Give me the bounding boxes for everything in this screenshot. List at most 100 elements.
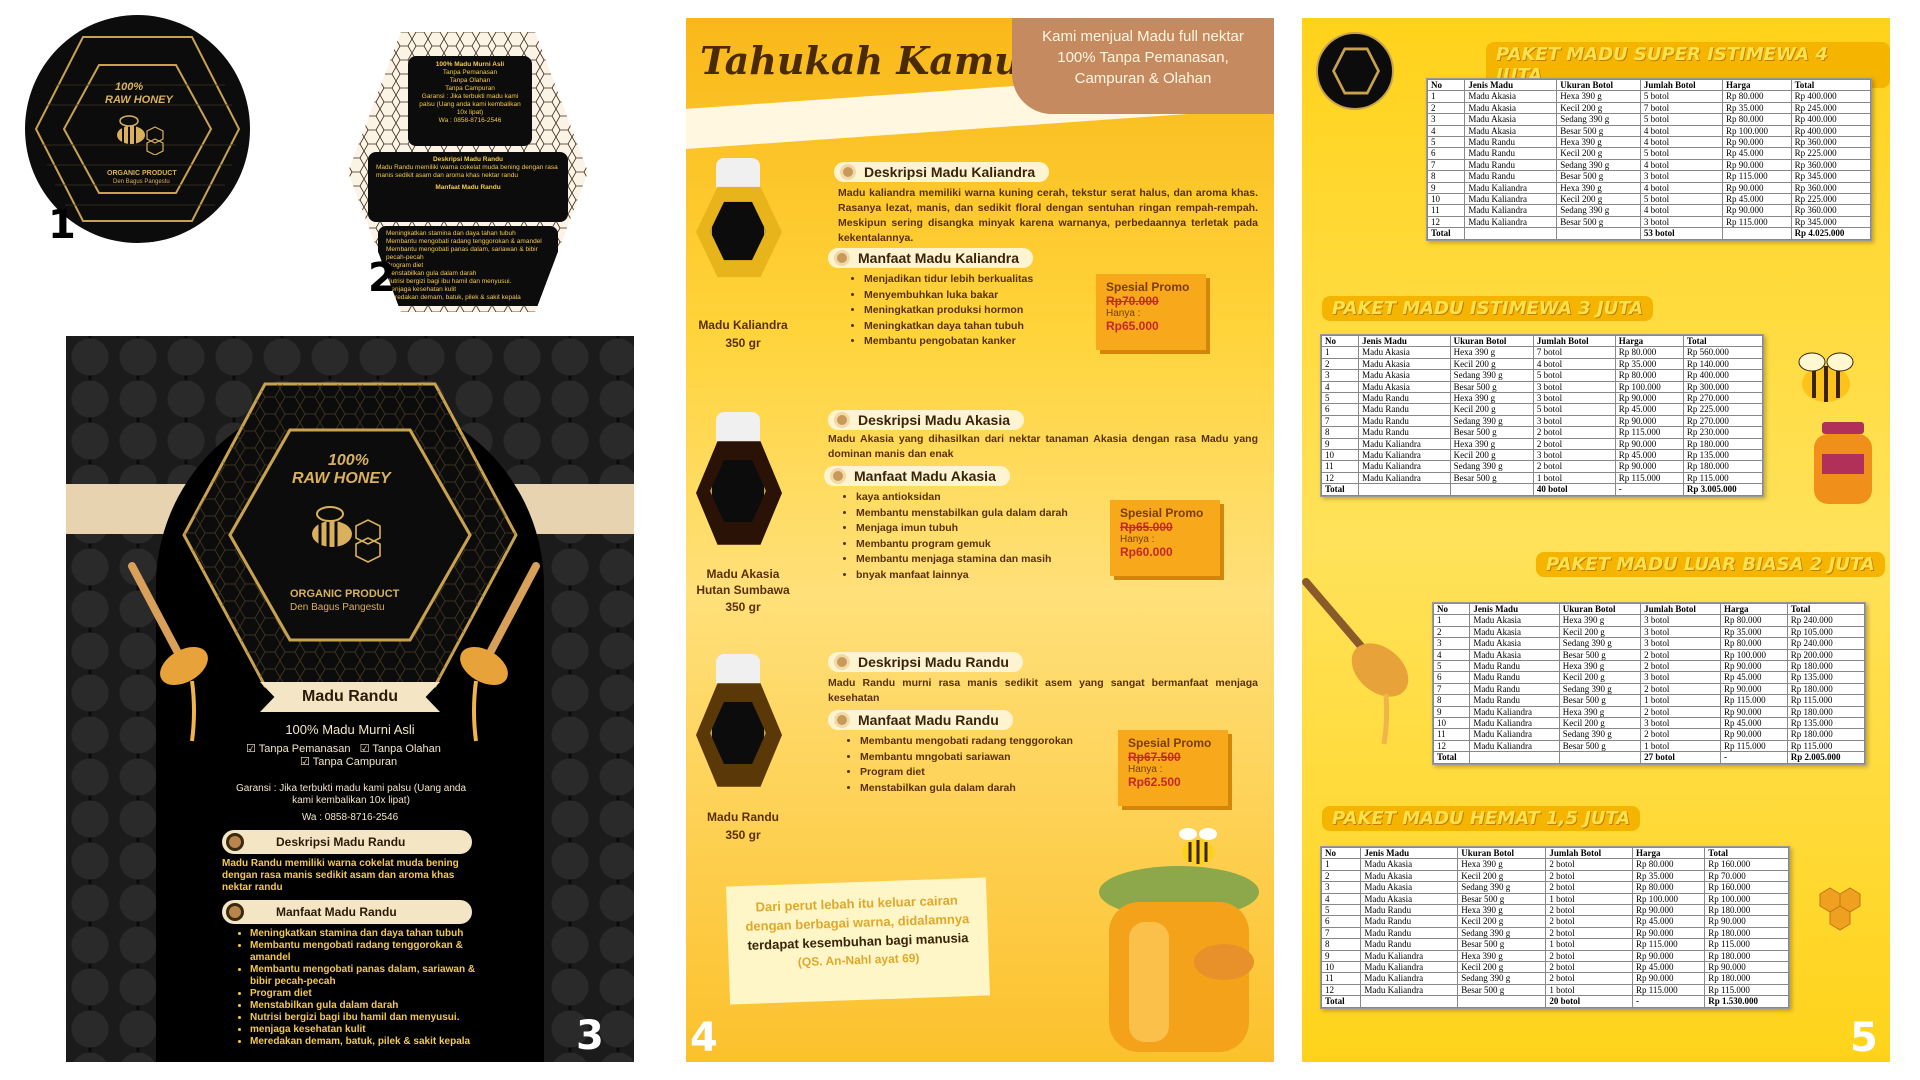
poster-wa: Wa : 0858-8716-2546	[301, 812, 399, 823]
table-cell: -	[1614, 483, 1684, 496]
table-cell: 8	[1432, 694, 1471, 707]
table-cell: Rp 90.000	[1614, 460, 1684, 473]
table-cell: Rp 180.000	[1682, 437, 1764, 451]
table-cell: 20 botol	[1545, 995, 1633, 1008]
table-cell: Rp 180.000	[1786, 728, 1866, 741]
table-cell: Besar 500 g	[1558, 694, 1642, 707]
table-total-row: Total 27 botol - Rp 2.005.000	[1432, 751, 1866, 764]
table-cell: Madu Akasia	[1358, 346, 1451, 359]
table-cell: 12	[1320, 983, 1362, 997]
table-cell: 2 botol	[1545, 858, 1633, 871]
table-cell: Rp 225.000	[1790, 147, 1872, 160]
poster-guarantee: Garansi : Jika terbukti madu kami palsu …	[235, 783, 467, 806]
table-cell: 12	[1320, 471, 1360, 485]
table-cell: 5 botol	[1639, 147, 1724, 160]
table-cell: Rp 80.000	[1631, 858, 1706, 871]
table-cell: Rp 100.000	[1614, 380, 1684, 394]
column-header: Jenis Madu	[1358, 334, 1451, 348]
table-cell: Kecil 200 g	[1449, 357, 1534, 371]
table-cell: 4 botol	[1639, 181, 1724, 195]
table-cell: 4 botol	[1639, 124, 1724, 138]
table-cell: 1 botol	[1545, 892, 1633, 906]
table-cell: Madu Akasia	[1358, 357, 1451, 371]
package-title-4: PAKET MADU HEMAT 1,5 JUTA	[1322, 806, 1641, 831]
table-cell: Madu Akasia	[1464, 101, 1558, 115]
table-cell: Madu Randu	[1464, 136, 1558, 149]
product-ribbon: Madu Randu	[260, 682, 440, 712]
table-cell: Besar 500 g	[1556, 170, 1641, 183]
bee-icon	[1179, 828, 1217, 865]
table-cell: 10	[1320, 449, 1360, 462]
table-cell: 6	[1320, 403, 1360, 416]
table-cell: Rp 135.000	[1786, 717, 1866, 730]
desc-heading: Deskripsi Madu Kaliandra	[834, 162, 1050, 182]
table-cell: Sedang 390 g	[1457, 926, 1547, 940]
promo-only: Hanya :	[1128, 764, 1163, 775]
table-cell: Sedang 390 g	[1556, 113, 1641, 126]
table-cell: -	[1720, 751, 1788, 764]
table-row: 2 Madu Akasia Kecil 200 g7 botol Rp 35.000 R…	[1426, 101, 1872, 115]
table-row: 4 Madu Akasia Besar 500 g2 botol Rp 100.000…	[1432, 648, 1866, 662]
table-cell: Hexa 390 g	[1558, 660, 1642, 673]
logo-org2: Den Bagus Pangestu	[113, 179, 170, 185]
table-cell: Rp 35.000	[1631, 869, 1706, 883]
bee-icon	[1798, 352, 1854, 402]
table-cell: 3	[1320, 881, 1362, 894]
package-title-2: PAKET MADU ISTIMEWA 3 JUTA	[1322, 296, 1654, 321]
table-cell: Madu Randu	[1358, 414, 1451, 428]
table-cell: Rp 180.000	[1704, 949, 1789, 963]
table-cell: Madu Randu	[1358, 426, 1451, 439]
table-cell: Madu Akasia	[1464, 90, 1558, 103]
benefit-item: Menyembuhkan luka bakar	[864, 288, 1110, 304]
table-cell: Rp 360.000	[1790, 136, 1872, 149]
table-row: 10 Madu Kaliandra Kecil 200 g5 botol Rp 45.…	[1426, 193, 1872, 206]
table-cell: Rp 45.000	[1631, 961, 1706, 974]
label-number-4: 4	[690, 1015, 718, 1061]
table-cell	[1558, 751, 1642, 764]
promo-old-price: Rp65.000	[1120, 520, 1173, 534]
product-jar	[696, 158, 782, 292]
table-cell: Rp 80.000	[1631, 881, 1706, 894]
table-cell: 9	[1432, 705, 1471, 719]
table-cell: 2 botol	[1545, 904, 1633, 917]
bee-icon	[117, 115, 164, 155]
table-cell: Rp 115.000	[1720, 739, 1788, 753]
table-cell: Total	[1426, 227, 1466, 240]
table-cell: Madu Kaliandra	[1360, 972, 1459, 985]
table-cell: Madu Kaliandra	[1360, 983, 1459, 997]
table-row: 11 Madu Kaliandra Sedang 390 g2 botol Rp 90…	[1320, 972, 1789, 985]
column-header: Jenis Madu	[1469, 602, 1560, 616]
table-cell: 7	[1426, 158, 1466, 172]
label2-benefit-1: Meningkatkan stamina dan daya tahan tubu…	[386, 230, 516, 237]
table-cell: Madu Kaliandra	[1358, 471, 1451, 485]
column-header: Harga	[1614, 334, 1684, 348]
table-cell: 3 botol	[1640, 625, 1722, 639]
table-cell	[1360, 995, 1459, 1008]
promo-old-price: Rp67.500	[1128, 750, 1181, 764]
table-cell: Madu Kaliandra	[1464, 215, 1558, 229]
poster-org2: Den Bagus Pangestu	[290, 602, 385, 613]
table-cell: 2 botol	[1640, 705, 1722, 719]
table-cell: Hexa 390 g	[1558, 705, 1642, 719]
table-header: No Jenis Madu Ukuran Botol Jumlah Botol Harg…	[1432, 602, 1866, 616]
table-row: 5 Madu Randu Hexa 390 g3 botol Rp 90.000 Rp …	[1320, 392, 1764, 405]
table-cell: 2 botol	[1532, 460, 1616, 473]
table-cell: 5 botol	[1639, 90, 1724, 103]
circle-icon	[834, 712, 850, 728]
table-cell: Hexa 390 g	[1449, 437, 1534, 451]
table-cell: 2 botol	[1545, 972, 1633, 985]
table-cell: Rp 270.000	[1682, 414, 1764, 428]
table-cell: Besar 500 g	[1558, 648, 1642, 662]
table-cell	[1449, 483, 1534, 496]
label2-check-3: Tanpa Campuran	[445, 85, 495, 92]
table-cell: Rp 45.000	[1720, 671, 1788, 684]
logo-org1: ORGANIC PRODUCT	[107, 170, 177, 177]
table-cell	[1556, 227, 1641, 240]
check-1: Tanpa Pemanasan	[258, 743, 351, 755]
round-logo	[1316, 32, 1394, 110]
poster-title: 100% Madu Murni Asli	[285, 722, 415, 737]
table-cell: 3 botol	[1640, 717, 1722, 730]
label2-title: 100% Madu Murni Asli	[435, 61, 505, 68]
product-name: Madu Akasia Hutan Sumbawa	[696, 567, 790, 597]
table-cell: Madu Kaliandra	[1469, 739, 1560, 753]
